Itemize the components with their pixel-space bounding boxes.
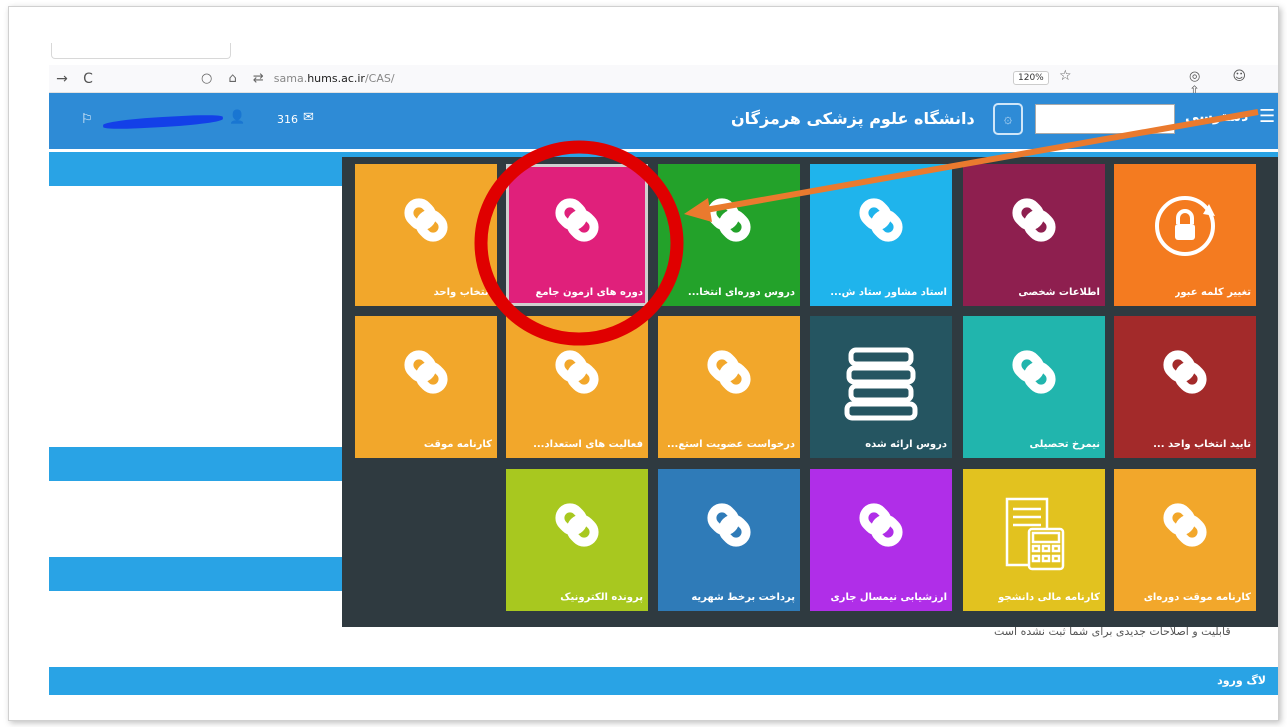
flag-icon[interactable]: ⚐: [81, 112, 93, 127]
university-title: دانشگاه علوم پزشکی هرمزگان: [731, 109, 975, 128]
url-domain: hums.ac.ir: [307, 72, 365, 85]
calculator-icon: [963, 495, 1105, 571]
tile-label: فعالیت های استعداد...: [533, 439, 643, 450]
redacted-username: [102, 113, 224, 131]
tile-8[interactable]: نیمرخ تحصیلی: [963, 316, 1105, 458]
tile-14[interactable]: کارنامه مالی دانشجو: [963, 469, 1105, 611]
tile-15[interactable]: ارزشیابی نیمسال جاری: [810, 469, 952, 611]
access-menu-label[interactable]: دسترسی: [1185, 109, 1248, 125]
link-icon: [355, 342, 497, 406]
tile-label: ارزشیابی نیمسال جاری: [830, 592, 947, 603]
site-info-icons[interactable]: ○ ⌂ ⇄: [201, 71, 270, 86]
tile-7[interactable]: تایید انتخاب واحد ...: [1114, 316, 1256, 458]
url-path: /CAS/: [364, 72, 395, 85]
tile-label: استاد مشاور ستاد ش...: [830, 287, 947, 298]
tile-label: تغییر کلمه عبور: [1174, 287, 1251, 298]
tile-label: پرداخت برخط شهریه: [691, 592, 795, 603]
login-log-band: لاگ ورود: [49, 667, 1278, 695]
link-icon: [963, 190, 1105, 254]
link-icon: [810, 495, 952, 559]
tile-5[interactable]: دوره های آزمون جامع: [506, 164, 648, 306]
tile-1[interactable]: تغییر کلمه عبور: [1114, 164, 1256, 306]
search-input[interactable]: [1035, 104, 1175, 134]
reload-icon[interactable]: C: [75, 71, 101, 87]
books-icon: [810, 342, 952, 421]
message-count[interactable]: 316: [277, 113, 298, 126]
user-icon[interactable]: 👤: [229, 110, 245, 125]
link-icon: [810, 190, 952, 254]
tile-label: تایید انتخاب واحد ...: [1153, 439, 1251, 450]
login-log-title: لاگ ورود: [1217, 674, 1266, 687]
university-logo-icon: ۞: [993, 103, 1023, 135]
tile-16[interactable]: پرداخت برخط شهریه: [658, 469, 800, 611]
tile-label: دروس دوره‌ای انتخا...: [687, 287, 795, 298]
tile-label: درخواست عضویت استع...: [666, 439, 795, 450]
bookmark-star-icon[interactable]: ☆: [1059, 68, 1072, 84]
link-icon: [506, 190, 648, 254]
lock-refresh-icon: [1114, 190, 1256, 256]
tile-label: کارنامه مالی دانشجو: [998, 592, 1100, 603]
link-icon: [506, 342, 648, 406]
link-icon: [1114, 342, 1256, 406]
tile-3[interactable]: استاد مشاور ستاد ش...: [810, 164, 952, 306]
forward-icon[interactable]: →: [49, 71, 75, 87]
browser-tab-strip: [9, 7, 1278, 65]
zoom-level-badge[interactable]: 120%: [1013, 71, 1049, 85]
tile-label: کارنامه موقت: [423, 439, 492, 450]
tile-4[interactable]: دروس دوره‌ای انتخا...: [658, 164, 800, 306]
link-icon: [1114, 495, 1256, 559]
link-icon: [658, 342, 800, 406]
tile-2[interactable]: اطلاعات شخصی: [963, 164, 1105, 306]
tile-label: انتخاب واحد: [433, 287, 492, 298]
tile-label: کارنامه موقت دوره‌ای: [1143, 592, 1251, 603]
link-icon: [963, 342, 1105, 406]
tile-10[interactable]: درخواست عضویت استع...: [658, 316, 800, 458]
tile-11[interactable]: فعالیت های استعداد...: [506, 316, 648, 458]
tile-9[interactable]: دروس ارائه شده: [810, 316, 952, 458]
browser-tab[interactable]: [51, 43, 231, 59]
tile-6[interactable]: انتخاب واحد: [355, 164, 497, 306]
tile-label: پرونده الکترونیک: [560, 592, 643, 603]
address-bar[interactable]: sama.hums.ac.ir/CAS/: [274, 72, 395, 85]
tile-label: نیمرخ تحصیلی: [1029, 439, 1100, 450]
envelope-icon[interactable]: ✉: [303, 110, 314, 125]
link-icon: [658, 190, 800, 254]
link-icon: [658, 495, 800, 559]
tile-17[interactable]: پرونده الکترونیک: [506, 469, 648, 611]
hamburger-menu-icon[interactable]: ☰: [1259, 106, 1275, 127]
tile-label: دروس ارائه شده: [865, 439, 947, 450]
browser-toolbar: → C ○ ⌂ ⇄ sama.hums.ac.ir/CAS/ 120% ☆ ◎ …: [49, 65, 1278, 99]
tile-12[interactable]: کارنامه موقت: [355, 316, 497, 458]
tile-label: دوره های آزمون جامع: [535, 287, 643, 298]
link-icon: [506, 495, 648, 559]
tile-13[interactable]: کارنامه موقت دوره‌ای: [1114, 469, 1256, 611]
link-icon: [355, 190, 497, 254]
tile-label: اطلاعات شخصی: [1018, 287, 1100, 298]
site-header: ⚐ 👤 316 ✉ دانشگاه علوم پزشکی هرمزگان ۞ د…: [49, 93, 1278, 149]
url-prefix: sama.: [273, 72, 308, 85]
